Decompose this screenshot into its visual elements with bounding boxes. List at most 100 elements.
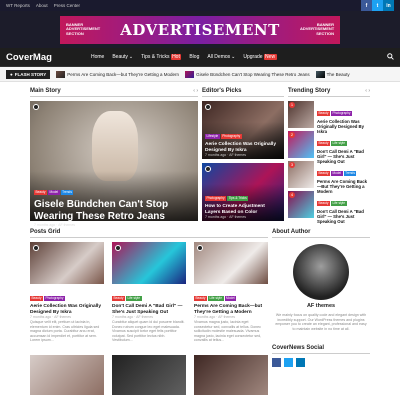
post-thumb: [112, 242, 186, 284]
category-badge[interactable]: Trends: [60, 189, 74, 195]
post-thumb[interactable]: [112, 355, 186, 395]
category-badge[interactable]: Model: [47, 189, 60, 195]
nav-item-home[interactable]: Home: [91, 54, 104, 60]
category-badge[interactable]: Photography: [220, 133, 242, 139]
section-title: Trending Story: [288, 88, 331, 94]
nav-item-beauty[interactable]: Beauty ⌄: [112, 54, 133, 60]
flash-item[interactable]: Gisele Bündchen Can't Stop Wearing These…: [185, 70, 310, 78]
bolt-icon: ●: [10, 71, 13, 77]
posts-grid-section: Posts Grid Beauty Photography Aerie Colle…: [30, 229, 268, 395]
category-badge[interactable]: Beauty: [317, 170, 330, 176]
trending-item[interactable]: 2 Beauty Life style Don't Call Demi A "Bad…: [288, 131, 370, 164]
category-badge[interactable]: Lifestyle: [205, 133, 220, 139]
category-badge[interactable]: Beauty: [112, 295, 125, 301]
flash-item[interactable]: The Beauty: [315, 70, 350, 78]
post-meta: 7 months ago · AF themes: [30, 315, 72, 319]
post-meta: 7 months ago · AF themes: [194, 315, 236, 319]
nav-item-blog[interactable]: Blog: [189, 54, 199, 60]
main-story-section: Main Story ‹ › Beauty Model Trends Gisele B…: [30, 88, 198, 227]
trending-heading: Trending Story ‹ ›: [288, 88, 370, 97]
category-badge[interactable]: Beauty: [30, 295, 43, 301]
twitter-icon[interactable]: t: [372, 0, 383, 11]
new-badge: New: [263, 54, 277, 60]
camera-icon: [33, 104, 39, 110]
trending-section: Trending Story ‹ › 1 Beauty Photography Aer…: [288, 88, 370, 224]
editor-pick-overlay: Photography Tips & Tricks How to Create A…: [202, 184, 284, 221]
post-title[interactable]: Perms Are Coming Back—but They're Gettin…: [194, 304, 268, 315]
nav-item-upgrade[interactable]: Upgrade New: [243, 54, 277, 60]
trending-item[interactable]: 3 Beauty Model Trends Perms Are Coming Back…: [288, 161, 370, 194]
category-badge[interactable]: Trends: [343, 170, 357, 176]
social-links: f t in: [361, 0, 394, 11]
top-link-about[interactable]: About: [36, 3, 48, 8]
linkedin-icon[interactable]: [296, 358, 305, 368]
section-title: Posts Grid: [30, 229, 61, 235]
main-story-cats: Beauty Model Trends: [34, 180, 194, 198]
category-badge[interactable]: Beauty: [317, 200, 330, 206]
trending-thumb: 3: [288, 161, 314, 188]
flash-story-label: ● FLASH STORY: [6, 69, 51, 79]
category-badge[interactable]: Beauty: [317, 140, 330, 146]
camera-icon: [33, 245, 39, 251]
category-badge[interactable]: Life style: [125, 295, 142, 301]
main-story-title[interactable]: Gisele Bündchen Can't Stop Wearing These…: [34, 199, 194, 222]
post-title[interactable]: Aerie Collection Was Originally Designed…: [30, 304, 104, 315]
editors-picks-heading: Editor's Picks: [202, 88, 284, 97]
trending-item[interactable]: 1 Beauty Photography Aerie Collection Was …: [288, 101, 370, 134]
editor-pick-title[interactable]: Aerie Collection Was Originally Designed…: [205, 142, 281, 153]
author-name[interactable]: AF themes: [272, 303, 370, 309]
category-badge[interactable]: Beauty: [317, 110, 330, 116]
top-link-press[interactable]: Press Center: [54, 3, 80, 8]
editor-pick-title[interactable]: How to Create Adjustment Layers Based on…: [205, 204, 281, 215]
trending-title[interactable]: Don't Call Demi A "Bad Girl" — She's Jus…: [317, 209, 370, 224]
facebook-icon[interactable]: f: [361, 0, 372, 11]
nav-item-demos[interactable]: All Demos ⌄: [207, 54, 235, 60]
nav-label: Tips & Tricks: [141, 54, 170, 60]
post-thumb[interactable]: [194, 355, 268, 395]
trending-item[interactable]: 4 Beauty Life style Don't Call Demi A "Bad…: [288, 191, 370, 224]
post-card[interactable]: Beauty Life style Model Perms Are Coming B…: [194, 242, 268, 347]
post-thumb[interactable]: [30, 355, 104, 395]
editor-pick-card[interactable]: Photography Tips & Tricks How to Create A…: [202, 163, 284, 221]
camera-icon: [205, 166, 211, 172]
post-card[interactable]: Beauty Photography Aerie Collection Was O…: [30, 242, 104, 347]
category-badge[interactable]: Model: [330, 170, 343, 176]
main-story-heading: Main Story ‹ ›: [30, 88, 198, 97]
site-logo[interactable]: CoverMag: [6, 52, 91, 63]
category-badge[interactable]: Tips & Tricks: [227, 195, 249, 201]
editor-pick-card[interactable]: Lifestyle Photography Aerie Collection Wa…: [202, 101, 284, 159]
linkedin-icon[interactable]: in: [383, 0, 394, 11]
main-story-meta: 7 months ago · AF themes: [34, 223, 76, 227]
category-badge[interactable]: Life style: [330, 200, 347, 206]
twitter-icon[interactable]: [284, 358, 293, 368]
ad-left-text: BANNER ADVERTISEMENT SECTION: [66, 21, 101, 36]
flash-thumb: [56, 70, 66, 78]
category-badge[interactable]: Life style: [330, 140, 347, 146]
category-badge[interactable]: Model: [224, 295, 237, 301]
chevrons-icon: ‹ ›: [365, 88, 370, 94]
flash-item[interactable]: Perms Are Coming Back—but They're Gettin…: [56, 70, 180, 78]
category-badge[interactable]: Beauty: [34, 189, 47, 195]
flash-item-title: Perms Are Coming Back—but They're Gettin…: [67, 71, 180, 77]
post-card[interactable]: Beauty Life style Don't Call Demi A "Bad …: [112, 242, 186, 347]
category-badge[interactable]: Photography: [330, 110, 353, 116]
social-buttons: [272, 358, 370, 368]
top-link-reports[interactable]: WT Reports: [6, 3, 30, 8]
search-icon[interactable]: [387, 52, 394, 62]
social-heading: CoverNews Social: [272, 345, 370, 355]
editor-pick-overlay: Lifestyle Photography Aerie Collection Wa…: [202, 122, 284, 159]
flash-item-title: Gisele Bündchen Can't Stop Wearing These…: [196, 71, 310, 77]
category-badge[interactable]: Photography: [43, 295, 66, 301]
category-badge[interactable]: Life style: [207, 295, 224, 301]
flash-item-title: The Beauty: [326, 71, 350, 77]
nav-label: All Demos: [207, 54, 231, 60]
nav-item-tips[interactable]: Tips & Tricks Hot: [141, 54, 182, 60]
post-title[interactable]: Don't Call Demi A "Bad Girl" — She's Jus…: [112, 304, 186, 315]
banner-ad[interactable]: BANNER ADVERTISEMENT SECTION ADVERTISEME…: [60, 15, 340, 44]
facebook-icon[interactable]: [272, 358, 281, 368]
category-badge[interactable]: Beauty: [194, 295, 207, 301]
main-story-image[interactable]: Beauty Model Trends Gisele Bündchen Can't …: [30, 101, 198, 227]
section-title: Main Story: [30, 88, 61, 94]
category-badge[interactable]: Photography: [205, 195, 227, 201]
section-title: CoverNews Social: [272, 345, 325, 352]
